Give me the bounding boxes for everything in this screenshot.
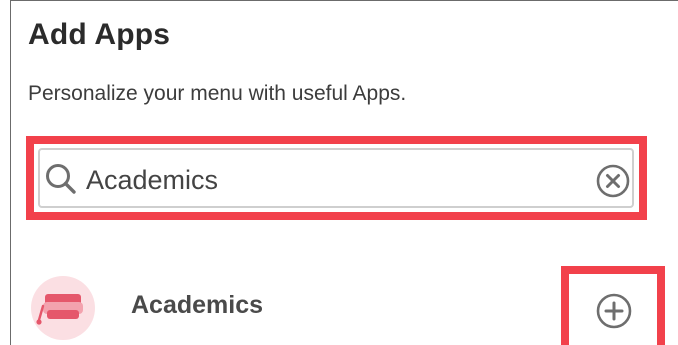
panel-subtitle: Personalize your menu with useful Apps.: [28, 82, 407, 105]
panel-top-border: [10, 0, 678, 1]
add-button-highlight-box: [561, 266, 665, 345]
graduation-cap-icon: [31, 276, 95, 340]
panel-left-border: [10, 0, 11, 345]
app-name-academics: Academics: [131, 291, 264, 319]
search-highlight-box: [26, 136, 647, 220]
panel-title: Add Apps: [28, 18, 171, 51]
add-apps-panel: Add Apps Personalize your menu with usef…: [0, 0, 678, 345]
